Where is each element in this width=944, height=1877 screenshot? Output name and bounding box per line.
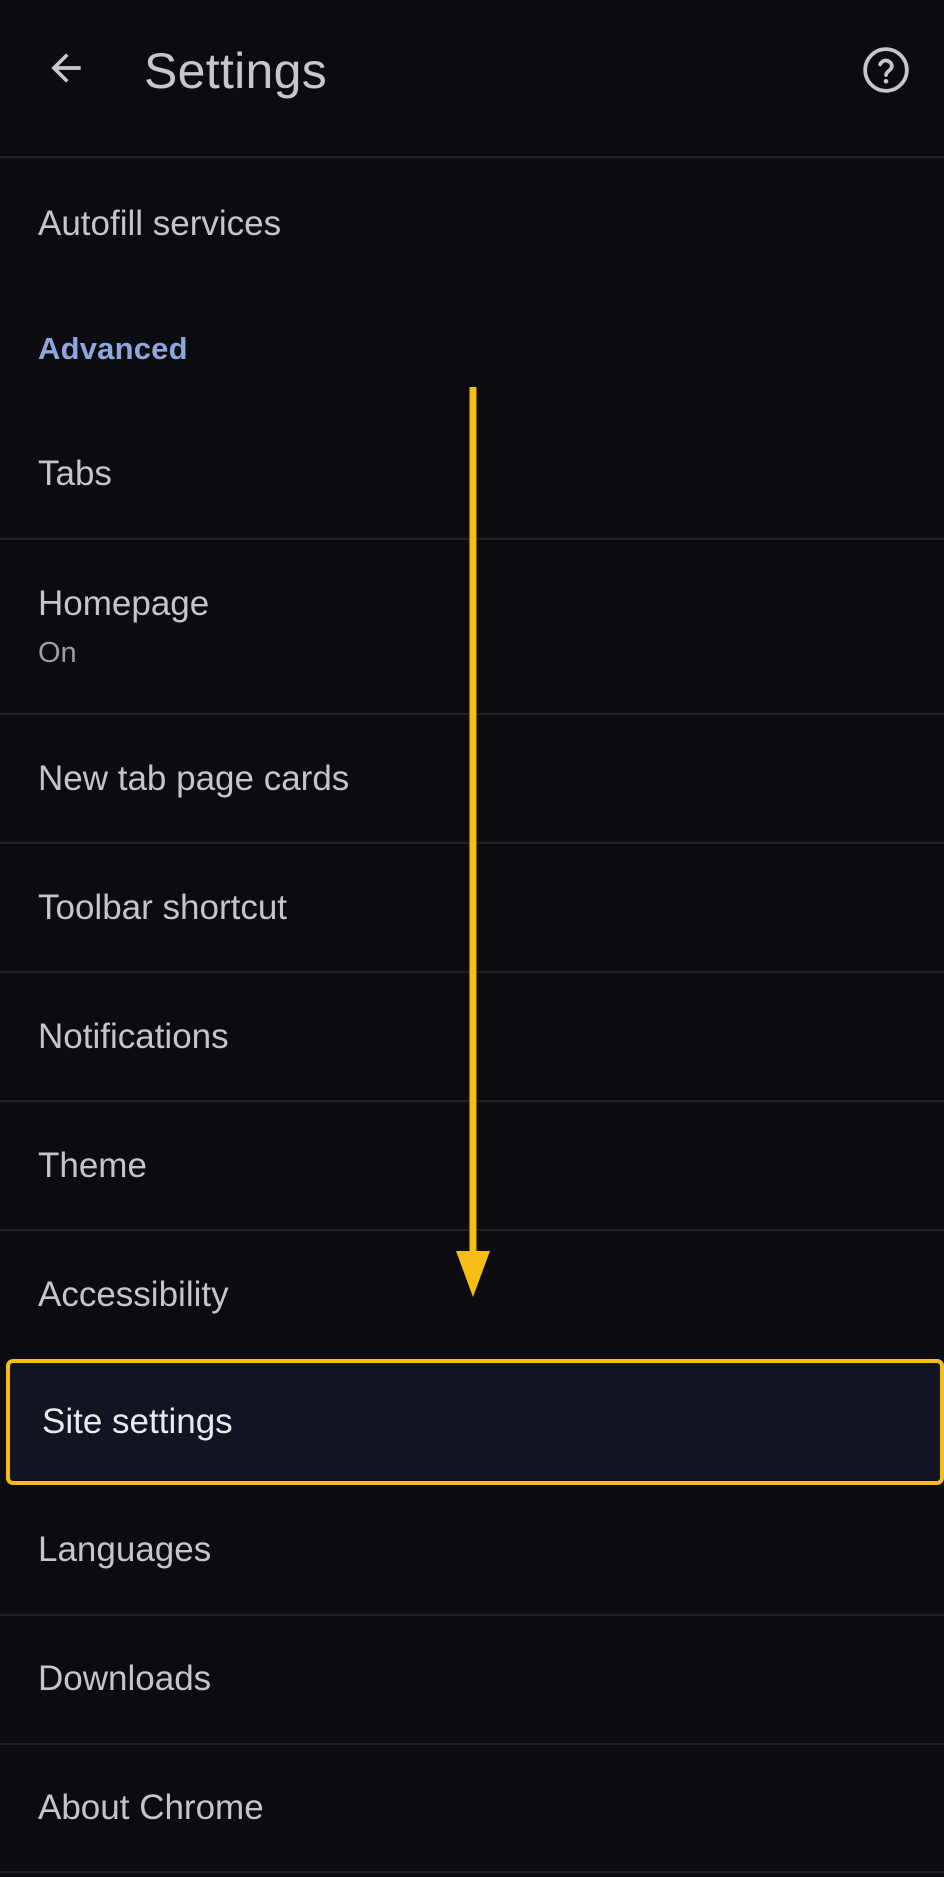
help-button[interactable] bbox=[856, 40, 916, 100]
settings-item-tabs[interactable]: Tabs bbox=[0, 410, 944, 540]
settings-item-new-tab-page-cards[interactable]: New tab page cards bbox=[0, 715, 944, 844]
settings-item-languages[interactable]: Languages bbox=[0, 1487, 944, 1616]
settings-item-label: About Chrome bbox=[38, 1788, 264, 1827]
settings-item-site-settings[interactable]: Site settings bbox=[6, 1359, 944, 1485]
settings-item-homepage[interactable]: Homepage On bbox=[0, 540, 944, 715]
settings-item-status: On bbox=[38, 637, 77, 669]
settings-item-label: Downloads bbox=[38, 1659, 212, 1698]
settings-item-downloads[interactable]: Downloads bbox=[0, 1616, 944, 1745]
page-title: Settings bbox=[144, 43, 328, 99]
settings-item-accessibility[interactable]: Accessibility bbox=[0, 1231, 944, 1359]
settings-item-autofill-services[interactable]: Autofill services bbox=[0, 158, 944, 282]
settings-item-label: Autofill services bbox=[38, 204, 282, 243]
settings-item-label: Tabs bbox=[38, 454, 112, 493]
settings-item-about-chrome[interactable]: About Chrome bbox=[0, 1745, 944, 1873]
settings-item-theme[interactable]: Theme bbox=[0, 1102, 944, 1231]
settings-item-notifications[interactable]: Notifications bbox=[0, 973, 944, 1102]
settings-item-label: Toolbar shortcut bbox=[38, 888, 288, 927]
settings-item-label: Homepage bbox=[38, 584, 210, 623]
help-circle-icon bbox=[863, 47, 909, 93]
back-button[interactable] bbox=[36, 38, 96, 98]
settings-item-toolbar-shortcut[interactable]: Toolbar shortcut bbox=[0, 844, 944, 973]
settings-item-label: Languages bbox=[38, 1530, 212, 1569]
settings-item-label: Accessibility bbox=[38, 1275, 229, 1314]
settings-item-label: Site settings bbox=[42, 1402, 233, 1441]
settings-item-label: Theme bbox=[38, 1146, 147, 1185]
app-bar: Settings bbox=[0, 0, 944, 158]
settings-item-label: Notifications bbox=[38, 1017, 229, 1056]
arrow-left-icon bbox=[51, 53, 81, 83]
section-header-advanced: Advanced bbox=[38, 331, 188, 366]
settings-item-label: New tab page cards bbox=[38, 759, 350, 798]
